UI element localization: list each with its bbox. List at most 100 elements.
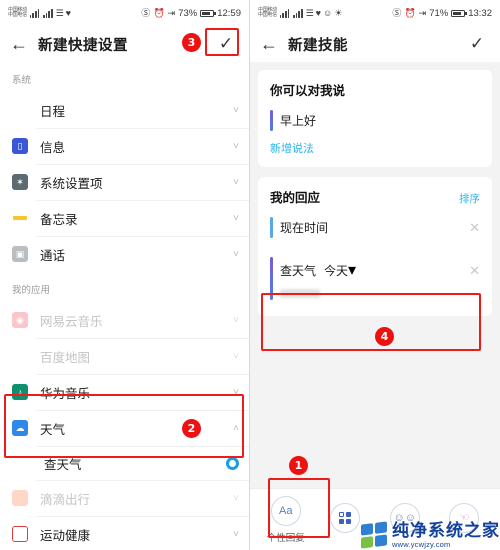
calendar-icon: 30 — [12, 102, 28, 118]
page-title: 新建快捷设置 — [38, 37, 128, 54]
screenshot-root: 中国移动 中国电信 ☰ ♥ Ⓢ ⏰ ⇥ 73% 12:59 ← 新建快捷设置 ✓ — [0, 0, 500, 550]
health-icon: ❤ — [12, 526, 28, 542]
list-item-netease-music[interactable]: ◉ 网易云音乐 ˅ — [0, 302, 249, 338]
list-item-label: 系统设置项 — [40, 176, 103, 191]
say-card-title: 你可以对我说 — [270, 84, 346, 98]
list-item-baidu-map[interactable]: ● 百度地图 ˅ — [0, 338, 249, 374]
tool-label: 个性回复 — [266, 532, 305, 544]
list-item-label: 备忘录 — [40, 212, 78, 227]
alarm-icon: ⏰ — [153, 7, 165, 18]
carrier-line-2: 中国电信 — [258, 12, 277, 18]
back-arrow-icon[interactable]: ← — [260, 34, 282, 55]
weather-icon: ☁ — [12, 420, 28, 436]
netease-music-icon: ◉ — [12, 312, 28, 328]
list-item-check-weather[interactable]: 查天气 — [0, 446, 249, 480]
annotation-number-1: 1 — [289, 456, 308, 475]
watermark-logo-icon — [361, 521, 387, 549]
list-item-weather[interactable]: ☁ 天气 ˄ — [0, 410, 249, 446]
chevron-down-icon[interactable]: ˅ — [233, 177, 239, 188]
annotation-number-3: 3 — [182, 33, 201, 52]
list-item-calendar[interactable]: 30 日程 ˅ — [0, 92, 249, 128]
annotation-number-4: 4 — [375, 327, 394, 346]
list-item-label: 天气 — [40, 422, 66, 437]
chevron-down-icon[interactable]: ˅ — [233, 105, 239, 116]
heart-icon: ♥ — [65, 7, 71, 18]
phrase-text: 早上好 — [280, 114, 317, 128]
say-to-me-card: 你可以对我说 早上好 新增说法 — [258, 70, 492, 167]
list-item-health[interactable]: ❤ 运动健康 ˅ — [0, 516, 249, 550]
signal-bars-icon — [279, 8, 290, 18]
didi-icon — [12, 490, 28, 506]
left-phone-screen: 中国移动 中国电信 ☰ ♥ Ⓢ ⏰ ⇥ 73% 12:59 ← 新建快捷设置 ✓ — [0, 0, 250, 550]
group-title-my-apps: 我的应用 — [12, 285, 51, 296]
signal-bars-2-icon — [43, 8, 53, 18]
list-item-huawei-music[interactable]: ♪ 华为音乐 ˅ — [0, 374, 249, 410]
list-item-label: 华为音乐 — [40, 386, 91, 401]
list-item-label: 网易云音乐 — [40, 314, 103, 329]
status-right-cluster: Ⓢ ⏰ ⇥ 73% 12:59 — [141, 8, 241, 19]
chevron-down-icon[interactable]: ˅ — [233, 387, 239, 398]
add-phrase-link[interactable]: 新增说法 — [270, 140, 314, 156]
blurred-value-placeholder — [280, 289, 320, 298]
reply-item-current-time[interactable]: 现在时间 ✕ — [270, 210, 480, 245]
radio-selected-icon[interactable] — [226, 456, 239, 470]
signal-bars-2-icon — [293, 8, 303, 18]
carrier-labels: 中国移动 中国电信 — [258, 7, 277, 19]
settings-icon: ✶ — [12, 174, 28, 190]
text-aa-icon: Aa — [270, 495, 301, 526]
sort-button[interactable]: 排序 — [459, 191, 480, 206]
watermark-url: www.ycwjzy.com — [392, 539, 451, 549]
reply-item-check-weather[interactable]: 查天气 今天 ▾ ✕ — [270, 251, 480, 306]
chevron-down-icon[interactable]: ˅ — [233, 249, 239, 260]
baidu-map-icon: ● — [17, 351, 23, 361]
wifi-icon: ☰ — [55, 7, 64, 18]
list-item-label: 百度地图 — [40, 350, 91, 365]
chevron-down-icon[interactable]: ˅ — [233, 351, 239, 362]
chevron-down-icon[interactable]: ˅ — [233, 493, 239, 504]
list-item-label: 信息 — [40, 140, 66, 155]
chevron-down-icon[interactable]: ▾ — [348, 260, 356, 280]
watermark-text: 纯净系统之家 www.ycwjzy.com — [392, 522, 500, 549]
right-phone-screen: 中国移动 中国电信 ☰ ♥ ☺ ☀ Ⓢ ⏰ ⇥ 71% 13:32 ← 新建技能… — [250, 0, 500, 550]
reply-item-param[interactable]: 今天 — [324, 262, 348, 279]
reply-item-text: 现在时间 — [280, 221, 329, 235]
reply-card-title: 我的回应 — [270, 191, 321, 205]
skill-editor-body: 你可以对我说 早上好 新增说法 我的回应 排序 现在时间 ✕ 查天气 今天 ▾ … — [250, 62, 500, 550]
chevron-down-icon[interactable]: ˅ — [233, 141, 239, 152]
phrase-entry[interactable]: 早上好 — [270, 103, 480, 138]
list-item-call[interactable]: ▣ 通话 ˅ — [0, 236, 249, 272]
mute-icon: Ⓢ — [141, 7, 151, 18]
back-arrow-icon[interactable]: ← — [10, 34, 32, 55]
list-item-message[interactable]: ▯ 信息 ˅ — [0, 128, 249, 164]
close-icon[interactable]: ✕ — [469, 264, 480, 277]
chevron-down-icon[interactable]: ˅ — [233, 529, 239, 540]
wifi-icon: ☰ — [305, 7, 314, 18]
confirm-check-button[interactable]: ✓ — [213, 34, 239, 54]
watermark: 纯净系统之家 www.ycwjzy.com — [361, 521, 500, 549]
list-item-system-settings[interactable]: ✶ 系统设置项 ˅ — [0, 164, 249, 200]
list-item-label: 滴滴出行 — [40, 492, 91, 507]
page-title: 新建技能 — [288, 37, 348, 54]
clock: 13:32 — [468, 7, 492, 19]
reply-item-text: 查天气 — [280, 263, 317, 278]
list-item-memo[interactable]: 备忘录 ˅ — [0, 200, 249, 236]
list-item-label: 运动健康 — [40, 528, 91, 543]
signal-bars-icon — [29, 8, 40, 18]
tool-personal-reply[interactable]: Aa 个性回复 — [256, 495, 316, 544]
list-item-didi[interactable]: 滴滴出行 ˅ — [0, 480, 249, 516]
carrier-line-2: 中国电信 — [8, 12, 27, 18]
clock: 12:59 — [217, 7, 241, 19]
chevron-down-icon[interactable]: ˅ — [233, 213, 239, 224]
status-right-cluster: Ⓢ ⏰ ⇥ 71% 13:32 — [392, 8, 492, 19]
chevron-down-icon[interactable]: ˅ — [233, 315, 239, 326]
watermark-title: 纯净系统之家 — [392, 520, 500, 540]
confirm-check-button[interactable]: ✓ — [464, 34, 490, 54]
left-app-bar: ← 新建快捷设置 ✓ — [0, 26, 249, 62]
chevron-up-icon[interactable]: ˄ — [233, 423, 239, 434]
bluetooth-icon: ⇥ — [418, 7, 427, 18]
left-status-bar: 中国移动 中国电信 ☰ ♥ Ⓢ ⏰ ⇥ 73% 12:59 — [0, 0, 249, 26]
right-app-bar: ← 新建技能 ✓ — [250, 26, 500, 62]
battery-percent: 73% — [178, 7, 198, 19]
chat-icon: ☀ — [334, 7, 343, 18]
close-icon[interactable]: ✕ — [469, 221, 480, 234]
